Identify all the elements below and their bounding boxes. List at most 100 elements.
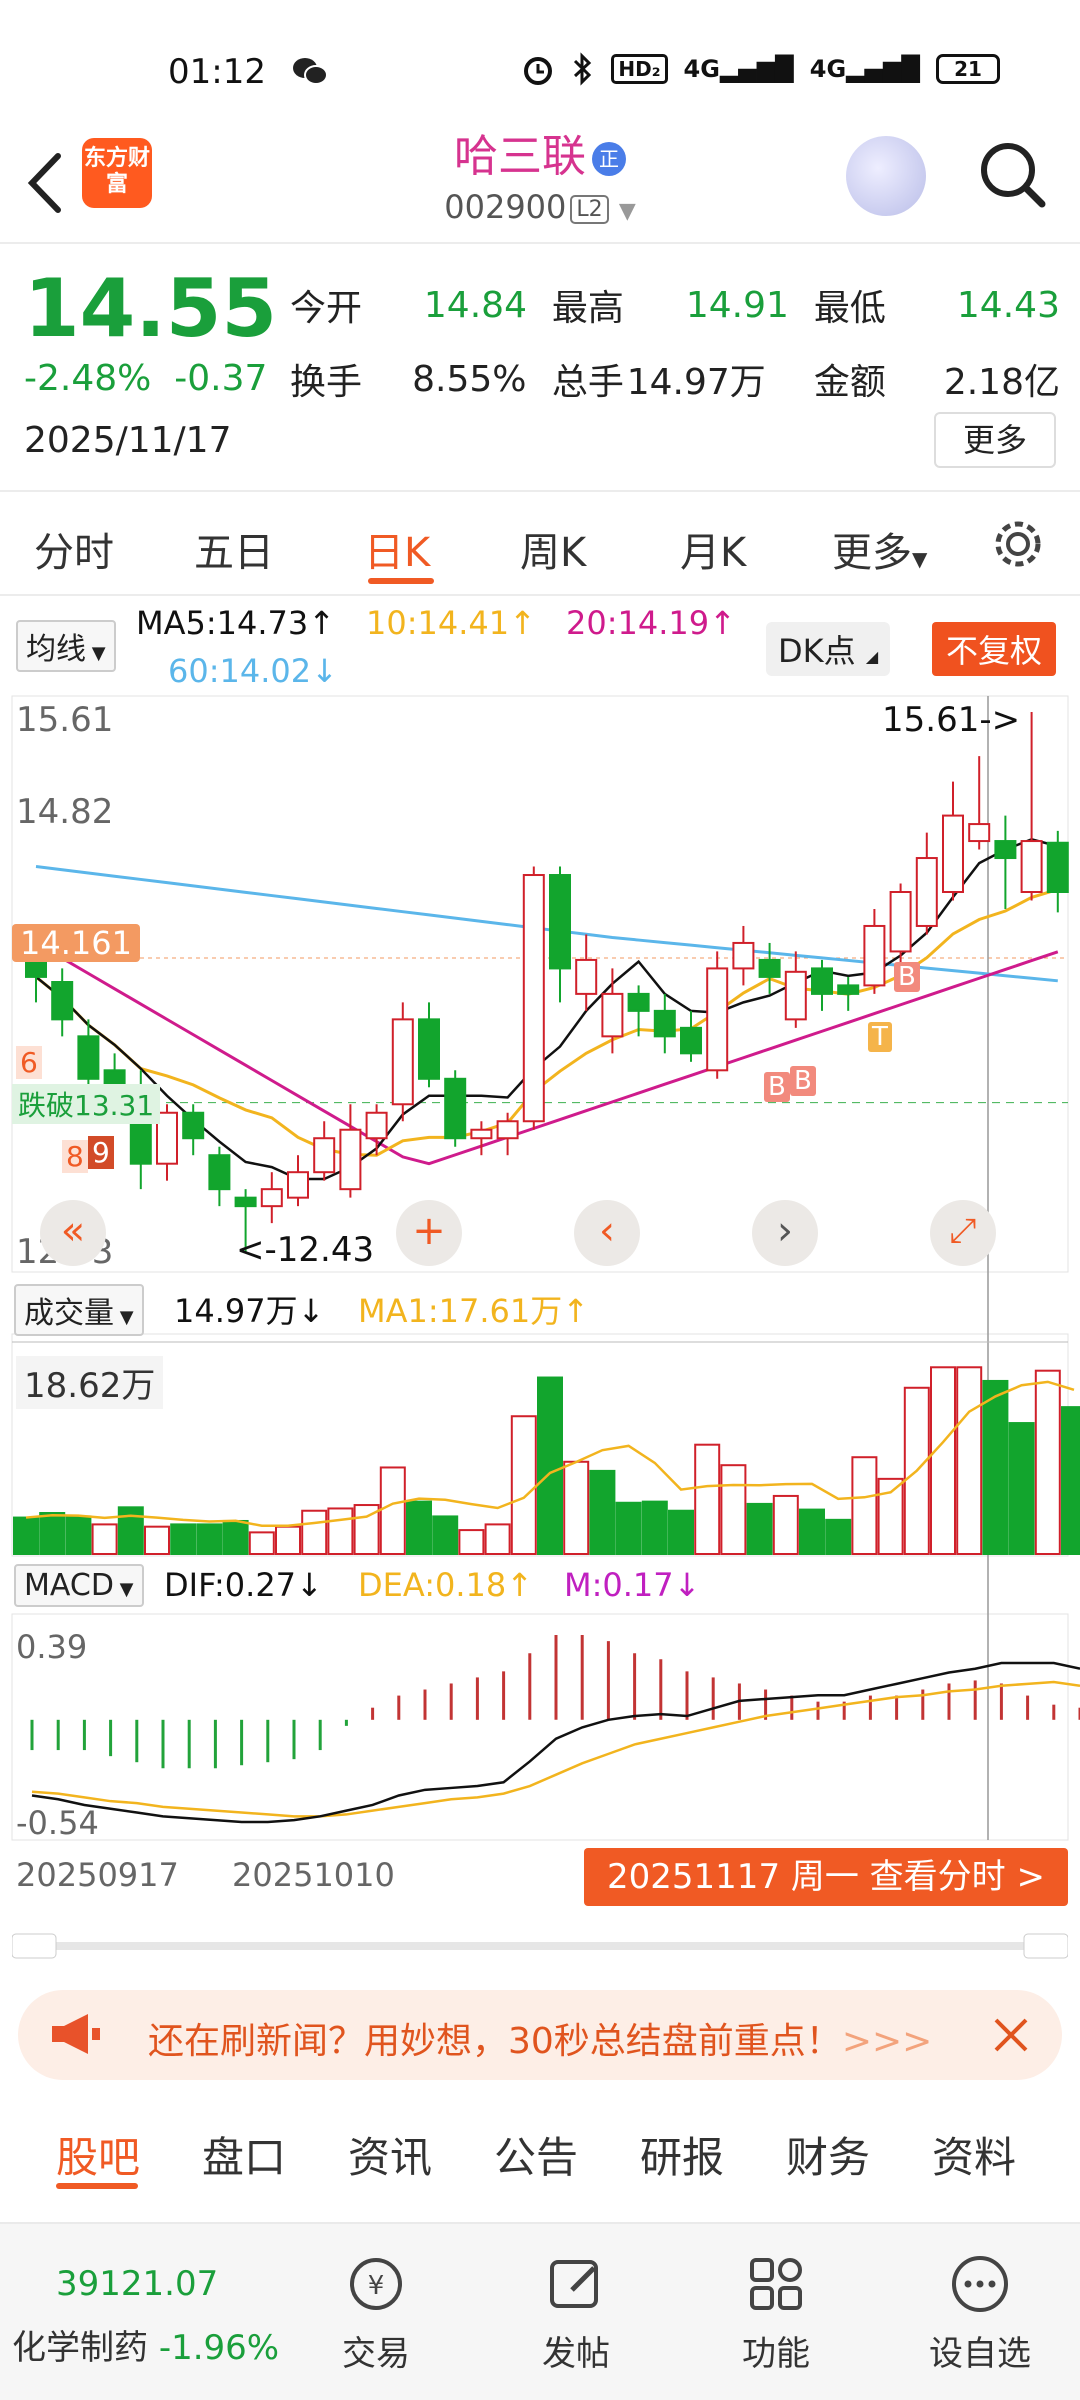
fullscreen-icon[interactable]: ⤢ <box>930 1200 996 1266</box>
next-icon[interactable]: › <box>752 1200 818 1266</box>
volume-value: 14.97万↓ <box>174 1292 325 1330</box>
sector-label[interactable]: 化学制药 -1.96% <box>12 2320 279 2369</box>
sector-change: -1.96% <box>158 2328 280 2368</box>
volume-bar <box>170 1523 197 1556</box>
cost-line-label: 跌破13.31 <box>12 1084 161 1124</box>
macd-dea: DEA:0.18↑ <box>358 1566 534 1604</box>
add-watchlist-button[interactable]: 设自选 <box>910 2254 1050 2375</box>
volume-bar <box>510 1415 537 1555</box>
volume-bar <box>222 1519 249 1555</box>
marker-8[interactable]: 8 <box>62 1140 88 1173</box>
volume-bar <box>668 1509 694 1556</box>
volume-bar <box>877 1477 904 1555</box>
prev-icon[interactable]: ‹ <box>574 1200 640 1266</box>
megaphone-icon <box>52 2014 100 2054</box>
view-intraday-button[interactable]: 20251117 周一 查看分时 > <box>584 1848 1068 1906</box>
candle <box>706 967 729 1072</box>
volume-select-label: 成交量 <box>24 1296 114 1331</box>
macd-top-label: 0.39 <box>16 1628 88 1666</box>
tab-announcements[interactable]: 公告 <box>494 2124 578 2185</box>
volume-bar <box>982 1379 1009 1555</box>
buy-marker[interactable]: B <box>790 1066 816 1096</box>
trade-button[interactable]: ¥ 交易 <box>306 2254 446 2375</box>
candle <box>994 840 1017 860</box>
volume-bar <box>746 1502 773 1555</box>
candle <box>391 1018 414 1106</box>
tab-profile[interactable]: 资料 <box>932 2124 1016 2185</box>
volume-bar <box>1061 1406 1080 1555</box>
volume-bar <box>641 1500 668 1556</box>
volume-bar <box>484 1523 511 1556</box>
volume-bar <box>117 1506 144 1555</box>
volume-bar <box>694 1443 721 1555</box>
candle <box>915 857 938 927</box>
function-button[interactable]: 功能 <box>706 2254 846 2375</box>
edit-icon <box>550 2260 598 2308</box>
volume-bar <box>589 1469 616 1555</box>
macd-select-label: MACD <box>24 1568 114 1603</box>
tab-research[interactable]: 研报 <box>640 2124 724 2185</box>
bottom-tabs: 股吧 盘口 资讯 公告 研报 财务 资料 <box>0 2110 1080 2194</box>
buy-marker[interactable]: B <box>764 1072 790 1102</box>
volume-bar <box>537 1376 563 1555</box>
zoom-in-icon[interactable]: + <box>396 1200 462 1266</box>
candle <box>889 891 912 953</box>
range-scrollbar[interactable] <box>12 1932 1068 1960</box>
macd-m: M:0.17↓ <box>564 1566 701 1604</box>
candle <box>51 981 74 1021</box>
candle <box>260 1188 283 1208</box>
volume-bar <box>563 1460 590 1556</box>
tab-orderbook[interactable]: 盘口 <box>202 2124 286 2185</box>
tab-finance[interactable]: 财务 <box>786 2124 870 2185</box>
t-marker[interactable]: T <box>868 1022 892 1052</box>
banner-text: 还在刷新闻？用妙想，30秒总结盘前重点！>>> <box>148 2021 933 2062</box>
candle <box>863 924 886 987</box>
marker-6[interactable]: 6 <box>16 1046 42 1079</box>
candle <box>339 1128 362 1191</box>
candle <box>680 1026 702 1055</box>
post-button[interactable]: 发帖 <box>506 2254 646 2375</box>
marker-9[interactable]: 9 <box>88 1136 114 1169</box>
volume-bar <box>196 1523 223 1556</box>
volume-bar <box>1008 1422 1035 1556</box>
volume-scale-label: 18.62万 <box>16 1356 164 1409</box>
candle <box>968 823 991 843</box>
volume-bar <box>379 1466 406 1555</box>
volume-bar <box>720 1464 747 1555</box>
axis-date-start: 20250917 <box>16 1856 179 1894</box>
candle <box>1046 841 1069 893</box>
trade-icon: ¥ <box>350 2258 402 2310</box>
candle <box>234 1196 257 1208</box>
candle <box>837 984 860 995</box>
kline-chart[interactable] <box>0 0 1080 1920</box>
candle <box>627 992 650 1012</box>
price-line-label: 14.161 <box>12 924 140 962</box>
candle <box>496 1120 519 1140</box>
volume-bar <box>772 1494 799 1555</box>
candle <box>942 814 964 893</box>
svg-text:¥: ¥ <box>368 2271 385 2301</box>
grid-icon <box>750 2258 802 2310</box>
candle <box>758 958 781 978</box>
candle <box>653 1009 676 1038</box>
sector-name: 化学制药 <box>12 2328 148 2368</box>
volume-select[interactable]: 成交量 ▼ <box>14 1284 144 1336</box>
tab-news[interactable]: 资讯 <box>348 2124 432 2185</box>
low-note: <-12.43 <box>236 1230 375 1270</box>
buy-marker[interactable]: B <box>894 962 920 992</box>
scroll-left-fast-icon[interactable]: « <box>40 1200 106 1266</box>
high-note: 15.61-> <box>882 700 1021 740</box>
volume-bar <box>458 1529 485 1555</box>
volume-bar <box>956 1366 983 1555</box>
close-icon[interactable] <box>990 2014 1032 2056</box>
sector-index-value[interactable]: 39121.07 <box>56 2264 218 2304</box>
add-watchlist-label: 设自选 <box>929 2334 1031 2374</box>
candle <box>313 1137 336 1174</box>
post-label: 发帖 <box>542 2334 610 2374</box>
volume-bar <box>799 1508 825 1556</box>
volume-bar <box>406 1500 432 1556</box>
tab-forum[interactable]: 股吧 <box>56 2124 140 2185</box>
promo-banner[interactable]: 还在刷新闻？用妙想，30秒总结盘前重点！>>> <box>18 1990 1062 2080</box>
macd-select[interactable]: MACD ▼ <box>14 1564 144 1607</box>
more-dots-icon <box>952 2256 1008 2312</box>
